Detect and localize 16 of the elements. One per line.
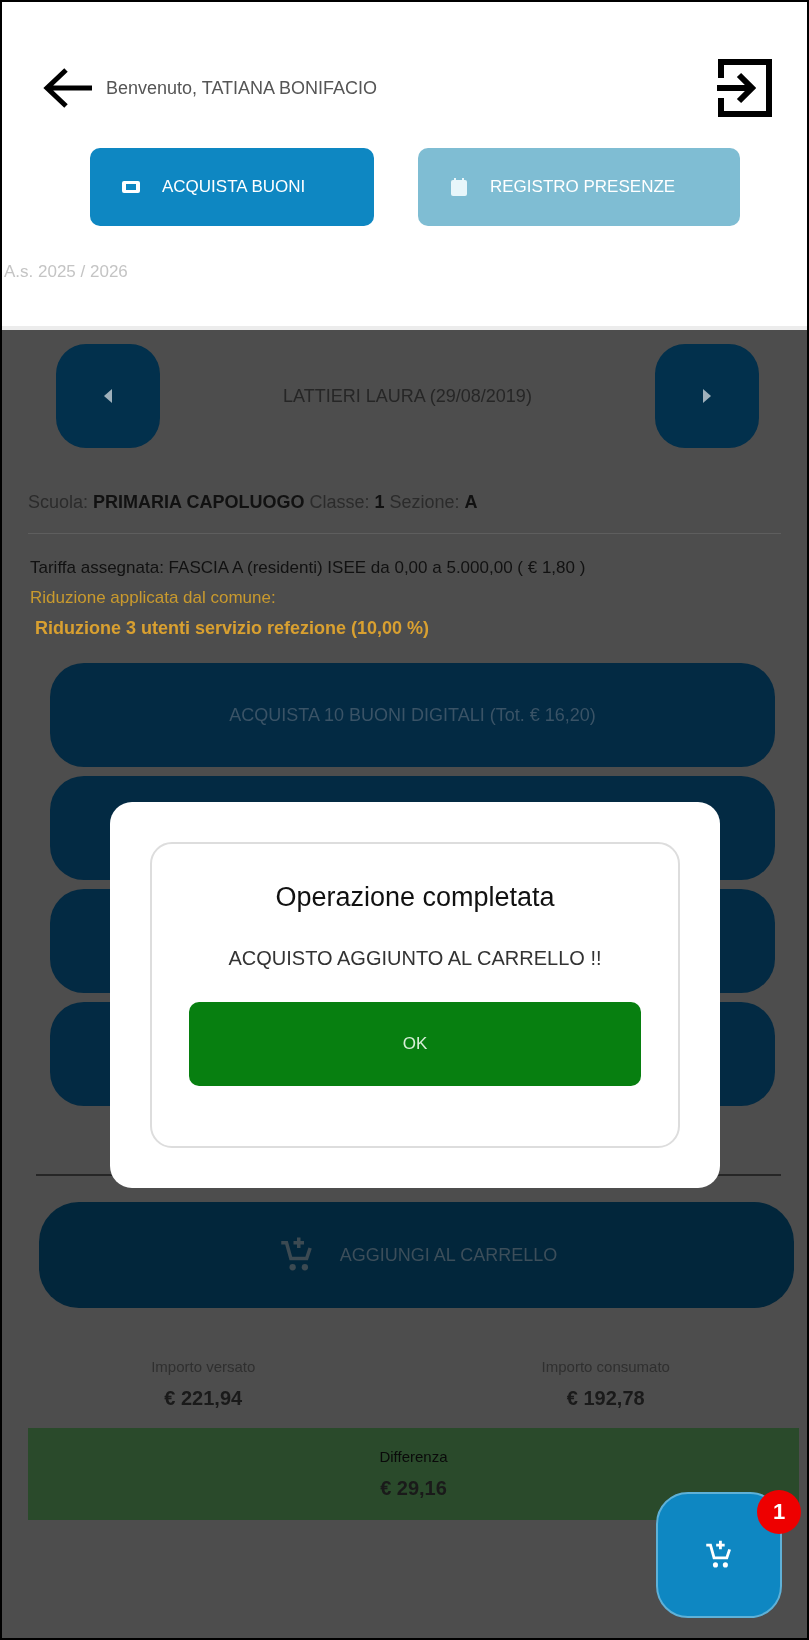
ok-button[interactable]: OK [189,1002,641,1086]
school-year: A.s. 2025 / 2026 [3,262,129,282]
tab[interactable]: REGISTRO PRESENZE [418,148,740,226]
add-to-cart-button[interactable]: AGGIUNGI AL CARRELLO [39,1202,794,1308]
back-arrow-icon[interactable] [42,66,94,110]
right-triangle-icon [701,389,713,403]
tariff-text: Tariffa assegnata: FASCIA A (residenti) ISEE da 0,00 a 5.000,00 ( € 1,80 ) [29,557,587,578]
reduction-label: Riduzione applicata dal comune: [29,587,277,608]
dialog-title: Operazione completata [275,882,555,913]
welcome-text: Benvenuto, TATIANA BONIFACIO [106,77,379,99]
left-triangle-icon [102,389,114,403]
difference-label: Differenza [379,1448,448,1465]
dialog-message: ACQUISTO AGGIUNTO AL CARRELLO !! [228,947,602,970]
tab[interactable]: ACQUISTA BUONI [90,148,374,226]
calendar-icon [448,176,470,198]
reduction-text: Riduzione 3 utenti servizio refezione (10,00 %) [34,617,431,639]
